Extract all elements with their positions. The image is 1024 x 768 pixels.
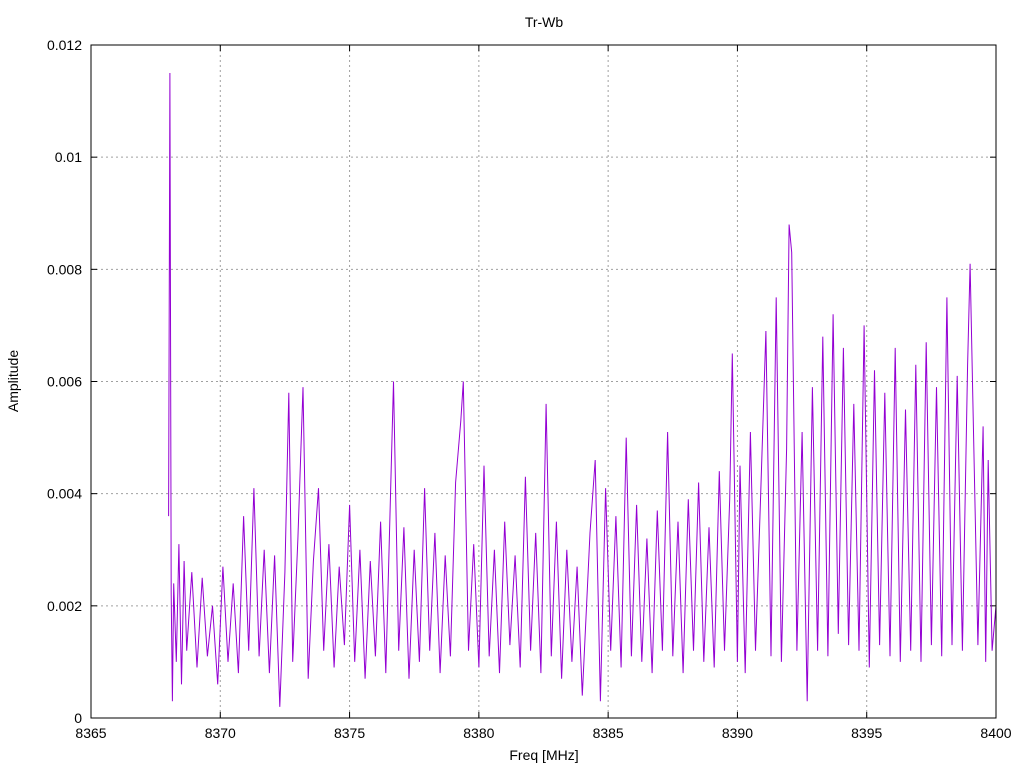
grid-lines [91, 45, 996, 718]
y-tick-label: 0.012 [47, 37, 82, 53]
x-tick-label: 8365 [75, 725, 106, 741]
x-tick-label: 8400 [980, 725, 1011, 741]
chart-title: Tr-Wb [525, 14, 564, 30]
amplitude-series-line [168, 72, 997, 707]
y-tick-label: 0.01 [55, 149, 82, 165]
x-tick-label: 8385 [593, 725, 624, 741]
x-tick-label: 8370 [205, 725, 236, 741]
plot-area [168, 72, 997, 707]
y-tick-label: 0.004 [47, 486, 82, 502]
spectrum-chart: Tr-Wb Freq [MHz] Amplitude 8365 8370 8375 8… [5, 14, 1012, 763]
x-axis-label: Freq [MHz] [509, 747, 578, 763]
y-tick-label: 0 [74, 710, 82, 726]
x-tick-label: 8380 [463, 725, 494, 741]
x-tick-label: 8375 [334, 725, 365, 741]
y-tick-label: 0.008 [47, 261, 82, 277]
x-tick-label: 8390 [722, 725, 753, 741]
y-tick-label: 0.002 [47, 598, 82, 614]
x-tick-label: 8395 [851, 725, 882, 741]
y-axis-label: Amplitude [5, 350, 21, 412]
y-tick-label: 0.006 [47, 374, 82, 390]
